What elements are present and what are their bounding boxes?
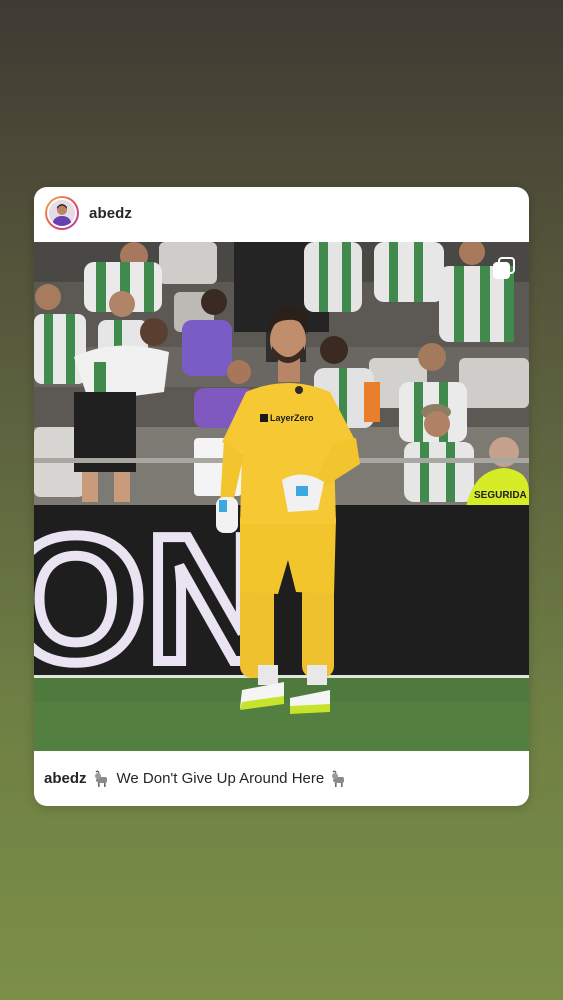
multi-post-icon[interactable] xyxy=(493,257,515,279)
shirt-sponsor-text: LayerZero xyxy=(270,413,314,423)
caption-text: We Don't Give Up Around Here xyxy=(116,770,325,787)
post-header[interactable]: abedz xyxy=(34,187,529,242)
shared-post-card[interactable]: abedz SEGURIDA ON LayerZero abedz We Don… xyxy=(34,187,529,806)
avatar-photo xyxy=(49,200,75,226)
goat-icon xyxy=(93,770,111,788)
post-caption: abedz We Don't Give Up Around Here xyxy=(34,751,529,806)
steward-vest-text: SEGURIDA xyxy=(474,490,527,501)
caption-username[interactable]: abedz xyxy=(44,770,87,787)
profile-avatar[interactable] xyxy=(45,196,79,230)
goat-icon xyxy=(330,770,348,788)
post-photo[interactable]: SEGURIDA ON LayerZero xyxy=(34,242,529,751)
post-username[interactable]: abedz xyxy=(89,205,132,222)
led-board-text: ON xyxy=(34,499,276,700)
